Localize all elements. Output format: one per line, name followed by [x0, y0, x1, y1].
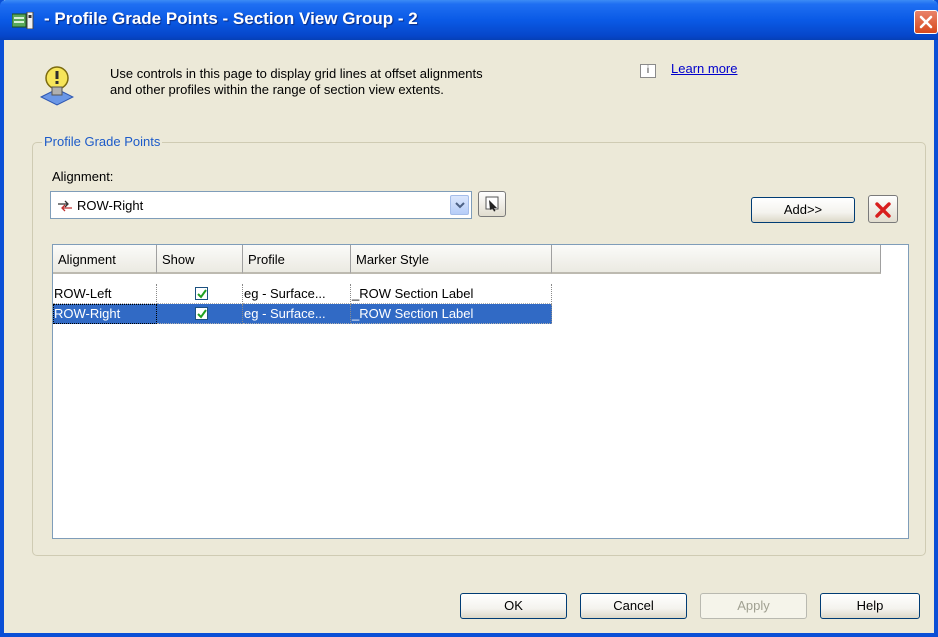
close-icon	[919, 15, 933, 29]
group-legend: Profile Grade Points	[42, 134, 163, 149]
checkmark-icon	[197, 289, 207, 299]
info-text-line-1: Use controls in this page to display gri…	[110, 66, 483, 81]
combo-dropdown-button[interactable]	[450, 195, 469, 215]
grid-header: Alignment Show Profile Marker Style	[53, 245, 881, 276]
show-checkbox[interactable]	[195, 287, 208, 300]
delete-button[interactable]	[868, 195, 898, 223]
cell-show[interactable]	[157, 304, 243, 324]
cell-show[interactable]	[157, 284, 243, 304]
column-header-marker-style[interactable]: Marker Style	[351, 245, 552, 274]
close-button[interactable]	[914, 10, 938, 34]
chevron-down-icon	[455, 202, 465, 209]
ok-button[interactable]: OK	[460, 593, 567, 619]
column-header-profile[interactable]: Profile	[243, 245, 351, 274]
column-header-alignment[interactable]: Alignment	[53, 245, 157, 274]
info-text-line-2: and other profiles within the range of s…	[110, 82, 444, 97]
info-box-icon: i	[640, 64, 656, 78]
apply-button[interactable]: Apply	[700, 593, 807, 619]
column-header-filler	[552, 245, 881, 274]
alignment-combo-value: ROW-Right	[77, 198, 144, 213]
pick-alignment-button[interactable]	[478, 191, 506, 217]
column-header-show[interactable]: Show	[157, 245, 243, 274]
pick-from-drawing-icon	[485, 196, 499, 212]
learn-more-link[interactable]: Learn more	[671, 61, 737, 76]
lightbulb-info-icon	[39, 64, 75, 108]
red-x-delete-icon	[875, 202, 891, 218]
cell-alignment[interactable]: ROW-Right	[53, 304, 157, 324]
cancel-button[interactable]: Cancel	[580, 593, 687, 619]
window-title: - Profile Grade Points - Section View Gr…	[44, 9, 418, 28]
cell-alignment[interactable]: ROW-Left	[53, 284, 157, 304]
alignment-label: Alignment:	[52, 169, 114, 184]
help-button[interactable]: Help	[820, 593, 920, 619]
add-button[interactable]: Add>>	[751, 197, 855, 223]
grade-points-grid[interactable]: Alignment Show Profile Marker Style ROW-…	[52, 244, 909, 539]
checkmark-icon	[197, 309, 207, 319]
alignment-combo[interactable]: ROW-Right	[50, 191, 472, 219]
alignment-icon	[57, 200, 73, 215]
dialog-app-icon	[11, 11, 34, 30]
title-bar[interactable]: - Profile Grade Points - Section View Gr…	[0, 0, 938, 40]
table-row[interactable]: ROW-Right eg - Surface... _ROW Section L…	[53, 304, 553, 324]
cell-profile[interactable]: eg - Surface...	[243, 304, 351, 324]
cell-marker-style[interactable]: _ROW Section Label	[351, 304, 552, 324]
dialog-window: - Profile Grade Points - Section View Gr…	[0, 0, 938, 637]
cell-marker-style[interactable]: _ROW Section Label	[351, 284, 552, 304]
table-row[interactable]: ROW-Left eg - Surface... _ROW Section La…	[53, 284, 553, 304]
cell-profile[interactable]: eg - Surface...	[243, 284, 351, 304]
show-checkbox[interactable]	[195, 307, 208, 320]
